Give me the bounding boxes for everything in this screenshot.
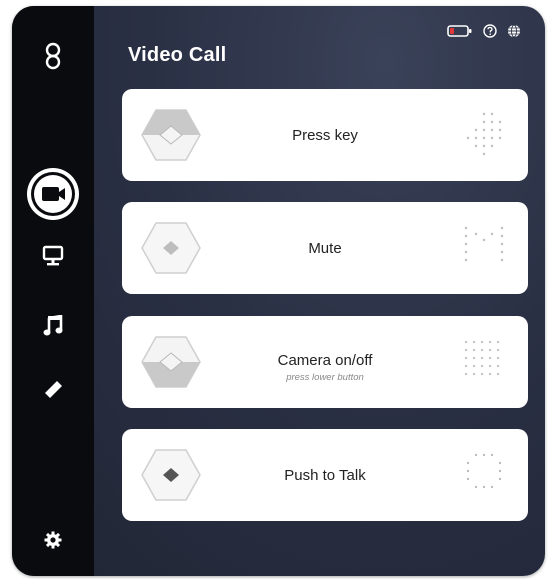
help-icon[interactable] <box>483 24 497 38</box>
music-note-icon[interactable] <box>12 304 94 348</box>
dot-ring-icon <box>466 453 502 489</box>
globe-icon[interactable] <box>507 24 521 38</box>
dot-grid-icon <box>464 340 500 376</box>
action-card-camera[interactable]: Camera on/off press lower button <box>122 316 528 408</box>
app-window: Video Call Press key Mute Camera on/off … <box>12 6 545 576</box>
logo-icon <box>12 34 94 78</box>
monitor-icon[interactable] <box>12 234 94 278</box>
video-camera-icon[interactable] <box>12 166 94 222</box>
dot-pattern-icon <box>466 112 502 156</box>
dot-pattern-icon <box>464 226 504 262</box>
action-card-mute[interactable]: Mute <box>122 202 528 294</box>
sidebar <box>12 6 94 576</box>
pencil-icon[interactable] <box>12 368 94 412</box>
action-card-push-to-talk[interactable]: Push to Talk <box>122 429 528 521</box>
status-icons <box>447 24 521 38</box>
battery-icon <box>447 25 473 37</box>
page-title: Video Call <box>128 44 227 66</box>
gear-icon[interactable] <box>12 518 94 562</box>
action-card-press-key[interactable]: Press key <box>122 89 528 181</box>
